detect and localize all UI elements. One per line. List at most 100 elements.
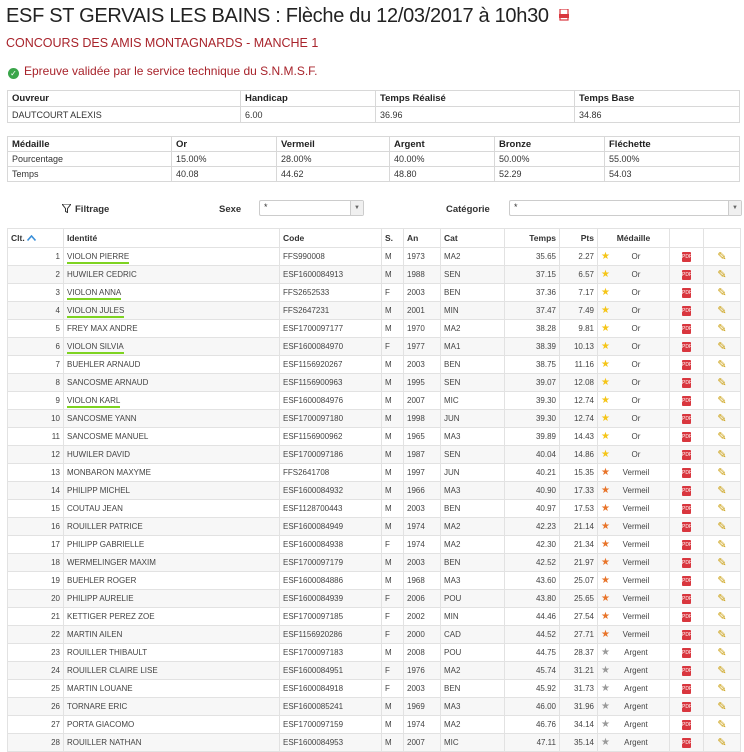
- pdf-icon[interactable]: PDF: [682, 540, 692, 550]
- time-cell: 39.30: [504, 409, 560, 428]
- rank-cell: 5: [7, 319, 64, 338]
- pdf-icon[interactable]: PDF: [682, 594, 692, 604]
- category-cell: MIN: [440, 301, 505, 320]
- pdf-icon[interactable]: PDF: [682, 414, 692, 424]
- categorie-select[interactable]: * ▼: [509, 200, 742, 216]
- athlete-name-cell: BUEHLER ARNAUD: [63, 355, 280, 374]
- pdf-cell: PDF: [669, 607, 704, 626]
- medal-label: Argent: [624, 701, 648, 711]
- edit-pencil-icon[interactable]: ✎: [717, 593, 726, 604]
- edit-column-header: [703, 228, 741, 248]
- pdf-icon[interactable]: PDF: [682, 648, 692, 658]
- edit-pencil-icon[interactable]: ✎: [717, 377, 726, 388]
- rank-cell: 1: [7, 247, 64, 266]
- edit-pencil-icon[interactable]: ✎: [717, 629, 726, 640]
- star-icon: ★: [601, 484, 610, 496]
- category-cell: BEN: [440, 355, 505, 374]
- pdf-icon[interactable]: PDF: [682, 684, 692, 694]
- pdf-icon[interactable]: PDF: [682, 702, 692, 712]
- pdf-icon[interactable]: PDF: [682, 738, 692, 748]
- pdf-icon[interactable]: PDF: [682, 306, 692, 316]
- pdf-icon[interactable]: PDF: [682, 666, 692, 676]
- athlete-name: BUEHLER ARNAUD: [67, 360, 141, 369]
- edit-pencil-icon[interactable]: ✎: [717, 665, 726, 676]
- medal-label: Or: [631, 341, 641, 351]
- edit-pencil-icon[interactable]: ✎: [717, 575, 726, 586]
- sex-cell: F: [381, 337, 404, 356]
- edit-cell: ✎: [703, 319, 741, 338]
- edit-pencil-icon[interactable]: ✎: [717, 647, 726, 658]
- sort-rank-header[interactable]: Clt.: [7, 228, 64, 248]
- edit-pencil-icon[interactable]: ✎: [717, 521, 726, 532]
- pdf-icon[interactable]: [558, 4, 570, 27]
- column-header: Pts: [559, 228, 598, 248]
- pdf-icon[interactable]: PDF: [682, 252, 692, 262]
- pdf-icon[interactable]: PDF: [682, 720, 692, 730]
- edit-pencil-icon[interactable]: ✎: [717, 287, 726, 298]
- edit-pencil-icon[interactable]: ✎: [717, 719, 726, 730]
- athlete-name: BUEHLER ROGER: [67, 576, 137, 585]
- code-cell: ESF1600084953: [279, 733, 382, 752]
- pdf-icon[interactable]: PDF: [682, 324, 692, 334]
- pdf-icon[interactable]: PDF: [682, 468, 692, 478]
- sex-cell: F: [381, 589, 404, 608]
- edit-pencil-icon[interactable]: ✎: [717, 611, 726, 622]
- chevron-down-icon: ▼: [728, 201, 741, 215]
- edit-pencil-icon[interactable]: ✎: [717, 305, 726, 316]
- edit-pencil-icon[interactable]: ✎: [717, 323, 726, 334]
- pdf-icon[interactable]: PDF: [682, 558, 692, 568]
- edit-pencil-icon[interactable]: ✎: [717, 413, 726, 424]
- medal-label: Argent: [624, 665, 648, 675]
- edit-pencil-icon[interactable]: ✎: [717, 683, 726, 694]
- pdf-icon[interactable]: PDF: [682, 522, 692, 532]
- medal-cell: ★ Or: [597, 337, 670, 356]
- pdf-icon[interactable]: PDF: [682, 630, 692, 640]
- pdf-icon[interactable]: PDF: [682, 486, 692, 496]
- edit-pencil-icon[interactable]: ✎: [717, 341, 726, 352]
- medal-thresholds-table: Médaille Or Vermeil Argent Bronze Fléche…: [7, 136, 740, 182]
- edit-pencil-icon[interactable]: ✎: [717, 449, 726, 460]
- pdf-icon[interactable]: PDF: [682, 432, 692, 442]
- edit-pencil-icon[interactable]: ✎: [717, 557, 726, 568]
- sex-cell: F: [381, 625, 404, 644]
- pdf-icon[interactable]: PDF: [682, 270, 692, 280]
- edit-pencil-icon[interactable]: ✎: [717, 503, 726, 514]
- year-cell: 2003: [403, 553, 441, 572]
- pdf-icon[interactable]: PDF: [682, 612, 692, 622]
- rank-cell: 18: [7, 553, 64, 572]
- edit-pencil-icon[interactable]: ✎: [717, 701, 726, 712]
- points-cell: 28.37: [559, 643, 598, 662]
- points-cell: 10.13: [559, 337, 598, 356]
- points-cell: 7.49: [559, 301, 598, 320]
- chevron-down-icon: ▼: [350, 201, 363, 215]
- edit-pencil-icon[interactable]: ✎: [717, 431, 726, 442]
- edit-pencil-icon[interactable]: ✎: [717, 395, 726, 406]
- sexe-select[interactable]: * ▼: [259, 200, 364, 216]
- pdf-cell: PDF: [669, 463, 704, 482]
- pdf-icon[interactable]: PDF: [682, 450, 692, 460]
- pdf-icon[interactable]: PDF: [682, 378, 692, 388]
- points-cell: 17.33: [559, 481, 598, 500]
- edit-pencil-icon[interactable]: ✎: [717, 269, 726, 280]
- pdf-icon[interactable]: PDF: [682, 360, 692, 370]
- star-icon: ★: [601, 340, 610, 352]
- pdf-cell: PDF: [669, 553, 704, 572]
- athlete-name-cell: FREY MAX ANDRE: [63, 319, 280, 338]
- pdf-cell: PDF: [669, 661, 704, 680]
- medal-cell: ★ Or: [597, 445, 670, 464]
- page-title: ESF ST GERVAIS LES BAINS : Flèche du 12/…: [6, 4, 570, 28]
- year-cell: 1973: [403, 247, 441, 266]
- pdf-icon[interactable]: PDF: [682, 504, 692, 514]
- athlete-name: FREY MAX ANDRE: [67, 324, 138, 333]
- edit-pencil-icon[interactable]: ✎: [717, 467, 726, 478]
- pdf-icon[interactable]: PDF: [682, 396, 692, 406]
- time-cell: 38.75: [504, 355, 560, 374]
- edit-pencil-icon[interactable]: ✎: [717, 539, 726, 550]
- edit-pencil-icon[interactable]: ✎: [717, 485, 726, 496]
- edit-pencil-icon[interactable]: ✎: [717, 251, 726, 262]
- pdf-icon[interactable]: PDF: [682, 342, 692, 352]
- edit-pencil-icon[interactable]: ✎: [717, 737, 726, 748]
- pdf-icon[interactable]: PDF: [682, 288, 692, 298]
- pdf-icon[interactable]: PDF: [682, 576, 692, 586]
- edit-pencil-icon[interactable]: ✎: [717, 359, 726, 370]
